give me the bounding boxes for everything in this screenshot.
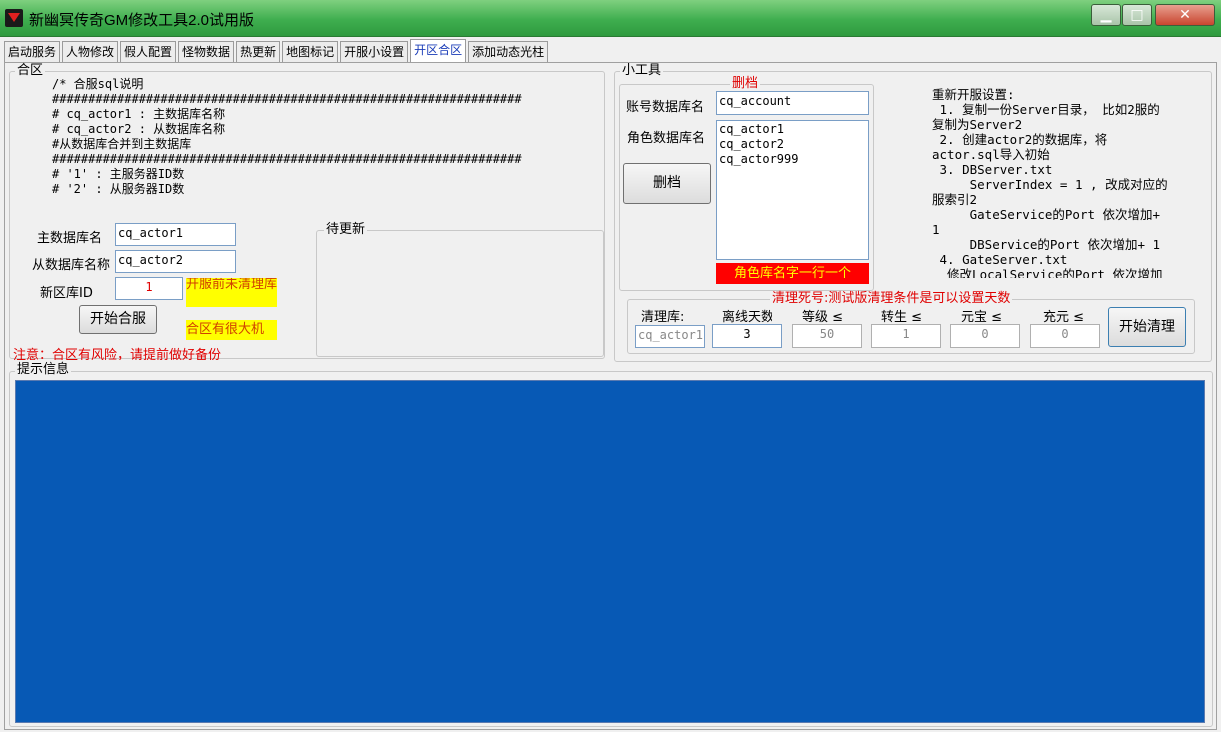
main-db-label: 主数据库名 <box>37 231 103 246</box>
role-db-textarea[interactable]: cq_actor1 cq_actor2 cq_actor999 <box>716 120 869 260</box>
start-clean-button[interactable]: 开始清理 <box>1108 307 1186 347</box>
rebirth-label: 转生 ≤ <box>881 310 923 325</box>
reopen-line: 服索引2 <box>932 192 978 207</box>
account-db-input[interactable]: cq_account <box>716 91 869 115</box>
reopen-line: GateService的Port 依次增加+ <box>932 207 1161 222</box>
offline-days-input[interactable]: 3 <box>712 324 782 348</box>
reopen-line: 2. 创建actor2的数据库，将 <box>932 132 1108 147</box>
yuanbao-input[interactable]: 0 <box>950 324 1020 348</box>
clean-db-input[interactable]: cq_actor1 <box>635 325 705 348</box>
sql-line: /* 合服sql说明 <box>52 77 144 91</box>
role-db-line: cq_actor2 <box>719 137 785 151</box>
tab-monster-data[interactable]: 怪物数据 <box>178 41 235 62</box>
maximize-button[interactable]: □ <box>1122 4 1152 26</box>
clean-db-label: 清理库: <box>641 310 685 325</box>
role-db-line: cq_actor999 <box>719 152 799 166</box>
reopen-line: 复制为Server2 <box>932 117 1023 132</box>
info-output-panel[interactable] <box>15 380 1205 723</box>
sql-line: # cq_actor2 : 从数据库名称 <box>52 122 226 136</box>
window-title: 新幽冥传奇GM修改工具2.0试用版 <box>29 12 255 29</box>
title-bar[interactable]: 新幽冥传奇GM修改工具2.0试用版 ▁ □ ✕ <box>0 0 1221 37</box>
merge-group-title: 合区 <box>15 63 46 78</box>
merge-notice: 注意：合区有风险，请提前做好备份 <box>13 348 222 360</box>
sql-line: #从数据库合并到主数据库 <box>52 137 192 151</box>
new-zone-input[interactable]: 1 <box>115 277 183 300</box>
tab-server-settings[interactable]: 开服小设置 <box>340 41 409 62</box>
tab-add-light-pillar[interactable]: 添加动态光柱 <box>468 41 549 62</box>
tab-zone-merge[interactable]: 开区合区 <box>410 39 467 62</box>
reopen-line: ServerIndex = 1 , 改成对应的 <box>932 177 1168 192</box>
pending-group-title: 待更新 <box>324 222 368 237</box>
sql-line: # '2' : 从服务器ID数 <box>52 182 185 196</box>
offline-days-label: 离线天数 <box>722 310 772 325</box>
reopen-line: actor.sql导入初始 <box>932 147 1050 162</box>
pending-group <box>316 230 604 357</box>
sql-line: # '1' : 主服务器ID数 <box>52 167 185 181</box>
reopen-line: 1 <box>932 222 940 237</box>
role-db-line: cq_actor1 <box>719 122 785 136</box>
slave-db-label: 从数据库名称 <box>32 258 111 273</box>
slave-db-input[interactable]: cq_actor2 <box>115 250 236 273</box>
tab-map-marker[interactable]: 地图标记 <box>282 41 339 62</box>
clean-group-title: 清理死号:测试版清理条件是可以设置天数 <box>770 291 1013 306</box>
sql-line: # cq_actor1 : 主数据库名称 <box>52 107 226 121</box>
merge-sql-notes: /* 合服sql说明 #############################… <box>52 77 592 222</box>
close-button[interactable]: ✕ <box>1155 4 1215 26</box>
reopen-line: 1. 复制一份Server目录， 比如2服的 <box>932 102 1160 117</box>
tab-character-edit[interactable]: 人物修改 <box>62 41 119 62</box>
delete-button[interactable]: 删档 <box>623 163 711 204</box>
start-merge-button[interactable]: 开始合服 <box>79 305 157 334</box>
app-logo-icon <box>5 9 23 27</box>
minimize-button[interactable]: ▁ <box>1091 4 1121 26</box>
recharge-label: 充元 ≤ <box>1043 310 1085 325</box>
role-db-hint: 角色库名字一行一个 <box>716 263 869 284</box>
delete-group-title: 删档 <box>730 76 761 91</box>
recharge-input[interactable]: 0 <box>1030 324 1100 348</box>
risk-warning: 合区有很大机 <box>186 320 277 340</box>
reopen-line: 修改LocalService的Port 依次增加 <box>932 267 1163 278</box>
level-input[interactable]: 50 <box>792 324 862 348</box>
main-db-input[interactable]: cq_actor1 <box>115 223 236 246</box>
info-group-title: 提示信息 <box>15 362 72 377</box>
level-label: 等级 ≤ <box>802 310 844 325</box>
tab-hot-update[interactable]: 热更新 <box>236 41 281 62</box>
rebirth-input[interactable]: 1 <box>871 324 941 348</box>
tab-bot-config[interactable]: 假人配置 <box>120 41 177 62</box>
tab-start-service[interactable]: 启动服务 <box>4 41 61 62</box>
reopen-line: DBService的Port 依次增加+ 1 <box>932 237 1161 252</box>
tools-group-title: 小工具 <box>620 63 664 78</box>
clean-warning: 开服前未清理库 <box>186 278 277 307</box>
role-db-label: 角色数据库名 <box>627 131 706 146</box>
new-zone-label: 新区库ID <box>40 286 93 301</box>
yuanbao-label: 元宝 ≤ <box>961 310 1003 325</box>
reopen-line: 4. GateServer.txt <box>932 252 1068 267</box>
reopen-line: 3. DBServer.txt <box>932 162 1053 177</box>
reopen-notes: 重新开服设置: 1. 复制一份Server目录， 比如2服的 复制为Server… <box>932 87 1202 278</box>
tab-strip: 启动服务 人物修改 假人配置 怪物数据 热更新 地图标记 开服小设置 开区合区 … <box>4 39 550 62</box>
account-db-label: 账号数据库名 <box>626 100 705 115</box>
reopen-line: 重新开服设置: <box>932 87 1015 102</box>
sql-line: ########################################… <box>52 152 522 166</box>
sql-line: ########################################… <box>52 92 522 106</box>
